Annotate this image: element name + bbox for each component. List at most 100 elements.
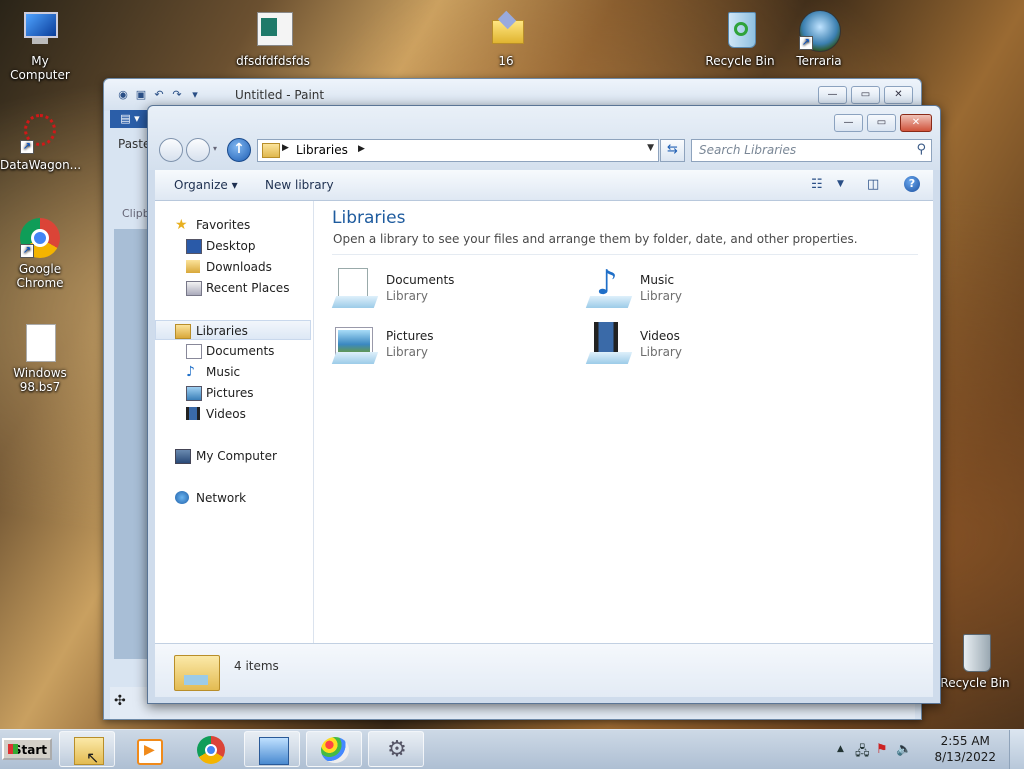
start-button[interactable]: Start <box>2 738 52 760</box>
network-icon <box>175 491 189 504</box>
desktop-icon-windows98[interactable]: Windows 98.bs7 <box>0 322 80 394</box>
nav-recent-places[interactable]: Recent Places <box>155 278 311 298</box>
nav-network[interactable]: Network <box>155 488 311 508</box>
desktop-icon-datawagon[interactable]: ↗ DataWagon... <box>0 114 81 172</box>
taskbar-control-panel-button[interactable] <box>244 731 300 767</box>
command-bar: Organize ▾ New library ☷ ▼ ◫ ? <box>155 170 933 201</box>
chrome-icon <box>197 736 225 764</box>
taskbar-chrome-button[interactable] <box>182 731 238 767</box>
desktop-icon-terraria[interactable]: ↗ Terraria <box>779 10 859 68</box>
volume-icon[interactable]: 🔈 <box>896 742 912 757</box>
desktop-icon-label: dfsdfdfdsfds <box>236 54 310 68</box>
file-icon <box>20 322 60 362</box>
music-library-icon: ♪ <box>585 266 633 312</box>
recent-pages-dropdown-icon[interactable]: ▾ <box>213 144 217 153</box>
nav-favorites[interactable]: ★ Favorites <box>155 215 311 235</box>
desktop-icon-dfsdfdfdsfds[interactable]: dfsdfdfdsfds <box>233 10 313 68</box>
address-dropdown-icon[interactable]: ▼ <box>647 143 654 153</box>
explorer-maximize-button[interactable]: ▭ <box>867 114 896 132</box>
taskbar-media-player-button[interactable]: ▶ <box>120 731 176 767</box>
network-icon[interactable]: 🖧 <box>855 742 870 764</box>
explorer-window[interactable]: — ▭ ✕ ▾ ↑ ▶ Libraries ▶ ▼ ⇆ Search Libra… <box>147 105 941 704</box>
redo-icon[interactable]: ↷ <box>170 88 184 102</box>
address-bar[interactable]: ▶ Libraries ▶ ▼ <box>257 139 659 162</box>
desktop-icon-google-chrome[interactable]: ↗ Google Chrome <box>0 218 80 290</box>
up-arrow-button[interactable]: ↑ <box>227 138 251 162</box>
shortcut-arrow-icon: ↗ <box>20 244 34 258</box>
library-item-pictures[interactable]: Pictures Library <box>331 322 572 372</box>
refresh-button[interactable]: ⇆ <box>660 139 685 162</box>
help-icon[interactable]: ? <box>904 176 920 192</box>
show-hidden-icons-icon[interactable]: ▲ <box>837 744 844 754</box>
breadcrumb-arrow-icon[interactable]: ▶ <box>282 143 289 153</box>
nav-libraries[interactable]: Libraries <box>155 320 311 340</box>
datawagon-icon: ↗ <box>20 114 60 154</box>
nav-my-computer[interactable]: My Computer <box>155 446 311 466</box>
explorer-caption-buttons: — ▭ ✕ <box>834 114 932 132</box>
library-item-kind: Library <box>386 289 428 303</box>
divider <box>332 254 918 255</box>
nav-videos[interactable]: Videos <box>155 404 311 424</box>
folder-icon <box>486 10 526 50</box>
explorer-titlebar[interactable]: — ▭ ✕ ▾ ↑ ▶ Libraries ▶ ▼ ⇆ Search Libra… <box>148 106 940 170</box>
clock[interactable]: 2:55 AM 8/13/2022 <box>934 733 996 765</box>
paint-close-button[interactable]: ✕ <box>884 86 913 104</box>
recycle-bin-empty-icon <box>955 632 995 672</box>
content-pane: Libraries Open a library to see your fil… <box>314 201 933 643</box>
control-panel-icon <box>259 737 289 765</box>
item-count: 4 items <box>234 659 279 673</box>
desktop-icon-label: 16 <box>498 54 514 68</box>
nav-music[interactable]: ♪ Music <box>155 362 311 382</box>
paint-palette-icon <box>321 737 349 763</box>
paint-menu-button[interactable]: ▤ ▾ <box>110 110 150 128</box>
desktop-icon-16[interactable]: 16 <box>466 10 546 68</box>
navigation-pane: ★ Favorites Desktop Downloads Recent Pla… <box>155 201 314 643</box>
taskbar-paint-button[interactable] <box>306 731 362 767</box>
library-item-kind: Library <box>640 345 682 359</box>
breadcrumb-libraries[interactable]: Libraries <box>296 143 348 157</box>
shortcut-arrow-icon: ↗ <box>20 140 34 154</box>
nav-documents[interactable]: Documents <box>155 341 311 361</box>
back-button[interactable] <box>159 138 183 162</box>
clock-date: 8/13/2022 <box>934 750 996 764</box>
library-item-music[interactable]: ♪ Music Library <box>585 266 826 316</box>
save-icon[interactable]: ▣ <box>134 88 148 102</box>
explorer-close-button[interactable]: ✕ <box>900 114 932 132</box>
nav-downloads[interactable]: Downloads <box>155 257 311 277</box>
action-center-flag-icon[interactable]: ⚑ <box>876 742 888 757</box>
view-dropdown-icon[interactable]: ▼ <box>837 179 844 189</box>
desktop-icon-recycle-bin[interactable]: Recycle Bin <box>700 10 780 68</box>
new-library-button[interactable]: New library <box>265 178 334 192</box>
preview-pane-icon[interactable]: ◫ <box>867 177 879 192</box>
desktop-icon-recycle-bin-2[interactable]: Recycle Bin <box>935 632 1015 690</box>
nav-pictures[interactable]: Pictures <box>155 383 311 403</box>
paint-app-icon[interactable]: ◉ <box>116 88 130 102</box>
videos-icon <box>186 407 200 420</box>
organize-button[interactable]: Organize ▾ <box>174 178 238 192</box>
library-item-name: Videos <box>640 329 680 343</box>
forward-button[interactable] <box>186 138 210 162</box>
search-input[interactable]: Search Libraries ⚲ <box>691 139 932 162</box>
explorer-minimize-button[interactable]: — <box>834 114 863 132</box>
breadcrumb-arrow-icon[interactable]: ▶ <box>358 144 365 154</box>
paste-button[interactable]: Paste <box>118 137 150 151</box>
taskbar-settings-button[interactable]: ⚙ <box>368 731 424 767</box>
desktop-icon-my-computer[interactable]: My Computer <box>0 10 80 82</box>
paint-maximize-button[interactable]: ▭ <box>851 86 880 104</box>
customize-dropdown-icon[interactable]: ▾ <box>188 88 202 102</box>
taskbar-explorer-button[interactable]: ↖ <box>59 731 115 767</box>
library-item-name: Pictures <box>386 329 434 343</box>
library-item-videos[interactable]: Videos Library <box>585 322 826 372</box>
paint-minimize-button[interactable]: — <box>818 86 847 104</box>
library-item-documents[interactable]: Documents Library <box>331 266 572 316</box>
show-desktop-button[interactable] <box>1009 730 1024 769</box>
search-placeholder: Search Libraries <box>699 143 797 157</box>
change-view-icon[interactable]: ☷ <box>811 177 823 192</box>
recent-places-icon <box>186 281 202 296</box>
search-icon[interactable]: ⚲ <box>916 142 926 157</box>
library-item-name: Documents <box>386 273 455 287</box>
desktop-icon-label: Google Chrome <box>16 262 64 290</box>
undo-icon[interactable]: ↶ <box>152 88 166 102</box>
nav-desktop[interactable]: Desktop <box>155 236 311 256</box>
desktop-icon-label: My Computer <box>10 54 70 82</box>
